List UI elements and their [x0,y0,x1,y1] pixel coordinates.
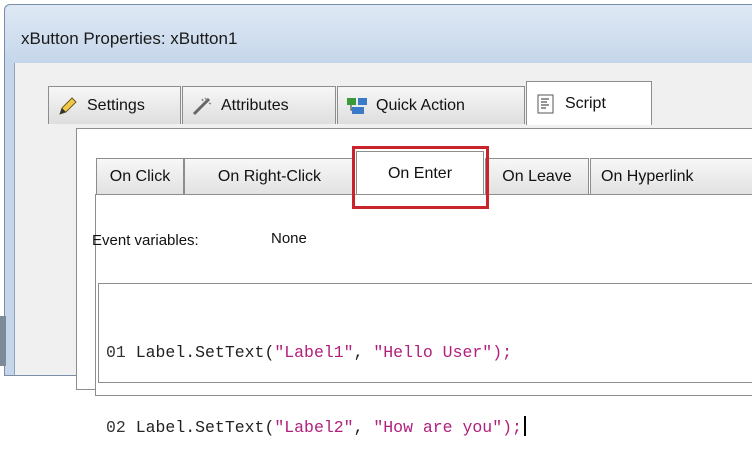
tab-on-right-click[interactable]: On Right-Click [184,158,355,194]
highlight-box [352,146,489,209]
title-bar: xButton Properties: xButton1 [5,5,752,63]
wand-icon [191,95,213,117]
code-content[interactable]: 01 Label.SetText("Label1", "Hello User")… [106,290,526,465]
tab-on-leave-label: On Leave [502,167,572,185]
quick-action-icon [346,95,368,117]
tab-script-label: Script [565,94,606,112]
code-text: , [353,343,374,362]
tab-script[interactable]: Script [526,81,652,125]
code-string: "Hello User" [373,343,493,362]
pencil-icon [57,95,79,117]
code-text: Label.SetText( [135,343,275,362]
code-text: Label.SetText( [135,418,275,437]
tab-attributes-label: Attributes [221,96,289,114]
event-variables-value: None [271,230,307,247]
code-text: , [353,418,374,437]
tab-on-right-click-label: On Right-Click [217,167,322,185]
code-string: "Label2" [274,418,354,437]
tab-on-leave[interactable]: On Leave [485,158,589,194]
tab-settings-label: Settings [87,96,145,114]
tab-quick-action-label: Quick Action [376,96,465,114]
window-frame-left [5,63,13,375]
event-variables-label: Event variables: [92,232,199,249]
tab-on-click[interactable]: On Click [96,158,184,194]
tab-attributes[interactable]: Attributes [182,86,336,124]
tab-on-hyperlink[interactable]: On Hyperlink [590,158,752,194]
code-string: "Label1" [274,343,354,362]
tab-on-click-label: On Click [109,167,171,185]
script-icon [535,93,557,115]
window-title: xButton Properties: xButton1 [21,29,238,48]
code-text: ); [492,343,513,362]
scrollbar-strip[interactable] [0,316,6,366]
code-text: ); [502,418,522,437]
line-number: 01 [106,343,126,362]
code-line: 01 Label.SetText("Label1", "Hello User")… [106,340,526,365]
code-line: 02 Label.SetText("Label2", "How are you"… [106,415,526,440]
line-number: 02 [106,418,126,437]
code-string: "How are you" [373,418,503,437]
tab-settings[interactable]: Settings [48,86,181,124]
tab-quick-action[interactable]: Quick Action [337,86,525,124]
text-cursor [523,416,526,436]
tab-on-hyperlink-label: On Hyperlink [601,167,694,185]
